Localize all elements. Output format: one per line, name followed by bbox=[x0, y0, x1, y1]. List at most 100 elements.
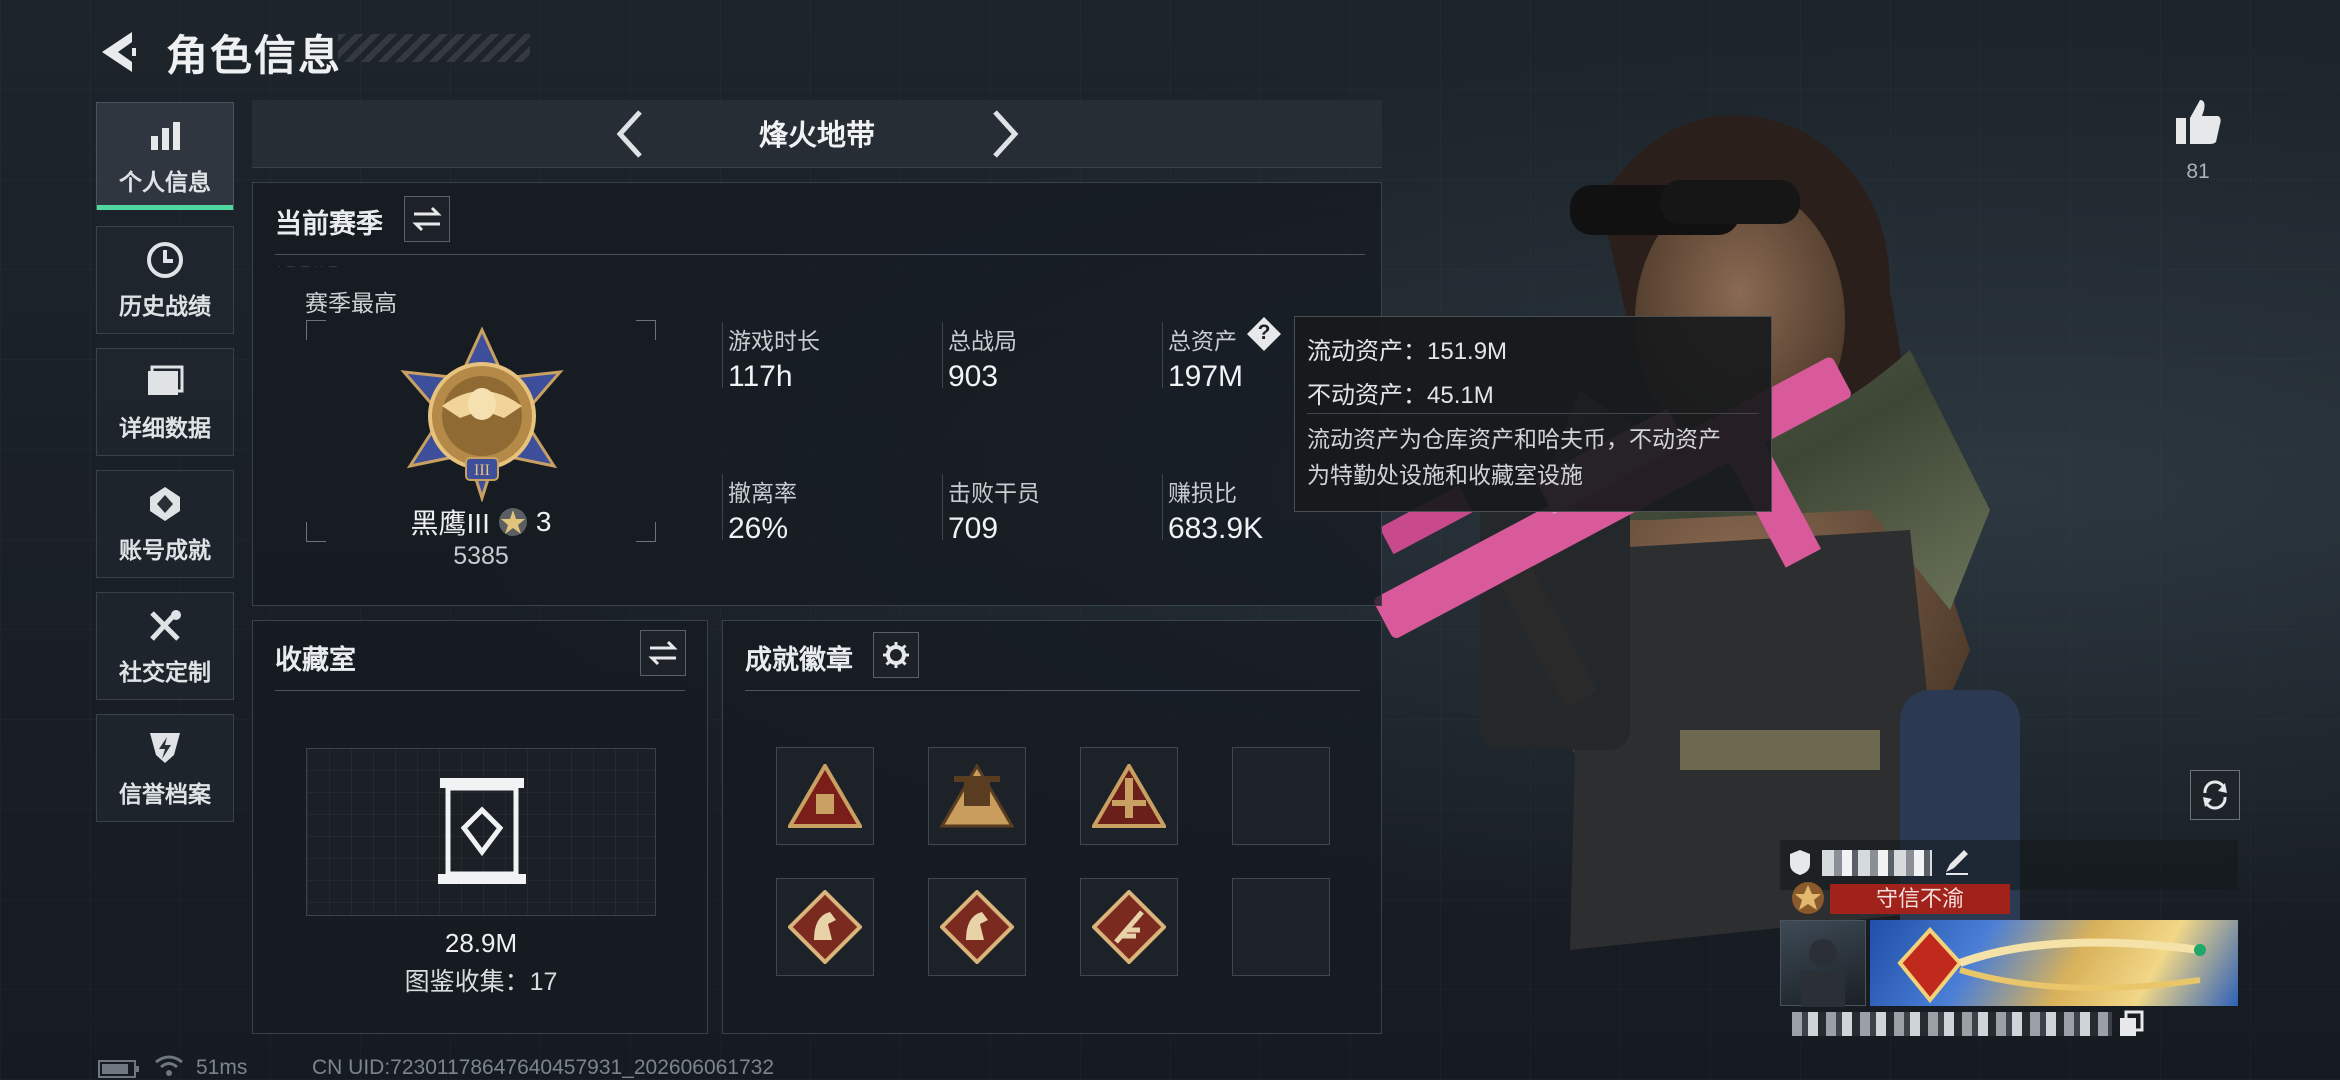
stat-separator bbox=[942, 322, 943, 388]
tooltip-liquid-assets: 流动资产：151.9M bbox=[1307, 338, 1508, 365]
player-id-redacted bbox=[1792, 1012, 2112, 1036]
copy-id-button[interactable] bbox=[2118, 1010, 2144, 1038]
title-decoration bbox=[338, 34, 530, 62]
sidebar-item-credit[interactable]: 信誉档案 bbox=[96, 714, 234, 822]
achievements-title: 成就徽章 bbox=[745, 645, 853, 675]
stat-separator bbox=[722, 474, 723, 540]
achievements-settings-button[interactable] bbox=[873, 632, 919, 678]
stat-separator bbox=[1162, 322, 1163, 388]
edit-name-button[interactable] bbox=[1942, 846, 1972, 876]
uid-readout: CN UID:72301178647640457931_202606061732 bbox=[312, 1056, 775, 1079]
pencil-icon bbox=[1946, 850, 1968, 875]
stat-label-profit-ratio: 赚损比 bbox=[1168, 480, 1237, 506]
page-title: 角色信息 bbox=[166, 32, 343, 79]
rank-stars: 3 bbox=[535, 506, 552, 537]
triangle-badge-icon bbox=[788, 764, 862, 828]
stat-value-play-time: 117h bbox=[728, 360, 793, 393]
sidebar-item-label: 社交定制 bbox=[119, 659, 211, 685]
collection-value: 28.9M bbox=[444, 928, 518, 958]
display-case-icon bbox=[434, 776, 530, 886]
gem-emblem-icon bbox=[1897, 927, 2206, 1004]
player-name-redacted bbox=[1822, 850, 1932, 876]
season-best-label: 赛季最高 bbox=[305, 290, 397, 316]
sidebar-item-achievements[interactable]: 账号成就 bbox=[96, 470, 234, 578]
swap-icon bbox=[412, 206, 442, 232]
stat-label-play-time: 游戏时长 bbox=[728, 328, 820, 354]
tooltip-desc-line-2: 为特勤处设施和收藏室设施 bbox=[1307, 462, 1583, 488]
rank-name: 黑鹰III bbox=[410, 508, 490, 539]
credit-badge-icon bbox=[1790, 880, 1826, 916]
stat-label-total-matches: 总战局 bbox=[948, 328, 1017, 354]
mode-title: 烽火地带 bbox=[758, 120, 875, 152]
player-banner[interactable] bbox=[1870, 920, 2238, 1006]
triangle-badge-icon bbox=[1092, 764, 1166, 828]
season-switch-button[interactable] bbox=[404, 196, 450, 242]
collection-catalog: 图鉴收集：17 bbox=[404, 968, 558, 996]
clock-icon bbox=[144, 239, 186, 281]
sidebar-item-history[interactable]: 历史战绩 bbox=[96, 226, 234, 334]
tooltip-fixed-assets: 不动资产：45.1M bbox=[1307, 382, 1494, 409]
season-divider bbox=[275, 254, 1365, 255]
season-deco: · — — ·· — bbox=[278, 262, 339, 271]
collection-divider bbox=[275, 690, 685, 691]
shield-bolt-icon bbox=[144, 727, 186, 769]
achievement-badge[interactable] bbox=[1080, 878, 1178, 976]
thumbs-up-icon bbox=[2176, 100, 2221, 144]
like-count: 81 bbox=[2186, 160, 2210, 183]
stat-value-kills: 709 bbox=[948, 512, 999, 545]
sidebar-item-label: 账号成就 bbox=[119, 537, 211, 563]
medal-icon bbox=[144, 483, 186, 525]
stat-separator bbox=[942, 474, 943, 540]
stat-value-extract-rate: 26% bbox=[728, 512, 789, 545]
player-status-icon bbox=[1788, 848, 1812, 876]
season-title: 当前赛季 bbox=[275, 209, 383, 239]
refresh-button[interactable] bbox=[2190, 770, 2240, 820]
chevron-right-icon bbox=[993, 110, 1019, 158]
back-arrow-icon bbox=[102, 32, 136, 72]
player-avatar[interactable] bbox=[1780, 920, 1866, 1007]
achievement-badge[interactable] bbox=[928, 747, 1026, 845]
stat-value-profit-ratio: 683.9K bbox=[1168, 512, 1264, 545]
triangle-badge-icon bbox=[940, 764, 1014, 828]
svg-text:III: III bbox=[474, 462, 490, 479]
sidebar-item-social[interactable]: 社交定制 bbox=[96, 592, 234, 700]
achievement-badge-empty[interactable] bbox=[1232, 747, 1330, 845]
help-glyph: ? bbox=[1257, 321, 1271, 344]
next-mode-button[interactable] bbox=[985, 108, 1025, 160]
stat-value-total-assets: 197M bbox=[1168, 360, 1244, 393]
rank-name-row: 黑鹰III 3 bbox=[306, 502, 656, 542]
achievement-badge[interactable] bbox=[776, 878, 874, 976]
ping-readout: 51ms bbox=[196, 1056, 248, 1079]
asset-help-button[interactable]: ? bbox=[1246, 316, 1282, 352]
tooltip-divider bbox=[1307, 413, 1759, 414]
sidebar-item-label: 历史战绩 bbox=[119, 293, 211, 319]
achievement-badge[interactable] bbox=[776, 747, 874, 845]
collection-switch-button[interactable] bbox=[640, 630, 686, 676]
stat-separator bbox=[722, 322, 723, 388]
refresh-icon bbox=[2203, 780, 2227, 810]
sidebar-item-label: 详细数据 bbox=[119, 415, 211, 441]
star-icon bbox=[498, 507, 528, 537]
tools-icon bbox=[144, 605, 186, 647]
stat-label-kills: 击败干员 bbox=[948, 480, 1040, 506]
collection-title: 收藏室 bbox=[275, 645, 356, 675]
stat-separator bbox=[1162, 474, 1163, 540]
like-button[interactable] bbox=[2172, 96, 2224, 148]
back-button[interactable] bbox=[92, 24, 148, 80]
achievement-badge-empty[interactable] bbox=[1232, 878, 1330, 976]
achievements-divider bbox=[745, 690, 1360, 691]
horse-badge-icon bbox=[788, 890, 862, 964]
feather-badge-icon bbox=[1092, 890, 1166, 964]
folder-icon bbox=[144, 361, 186, 403]
sidebar-item-personal-info[interactable]: 个人信息 bbox=[96, 102, 234, 210]
sidebar-item-label: 信誉档案 bbox=[119, 781, 211, 807]
sidebar-item-detail-data[interactable]: 详细数据 bbox=[96, 348, 234, 456]
stat-value-total-matches: 903 bbox=[948, 360, 999, 393]
rank-score: 5385 bbox=[453, 542, 509, 570]
stat-label-extract-rate: 撤离率 bbox=[728, 480, 797, 506]
credit-title-text: 守信不渝 bbox=[1875, 886, 1964, 911]
gear-icon bbox=[883, 642, 909, 668]
achievement-badge[interactable] bbox=[1080, 747, 1178, 845]
achievement-badge[interactable] bbox=[928, 878, 1026, 976]
stat-label-total-assets: 总资产 bbox=[1168, 328, 1237, 354]
